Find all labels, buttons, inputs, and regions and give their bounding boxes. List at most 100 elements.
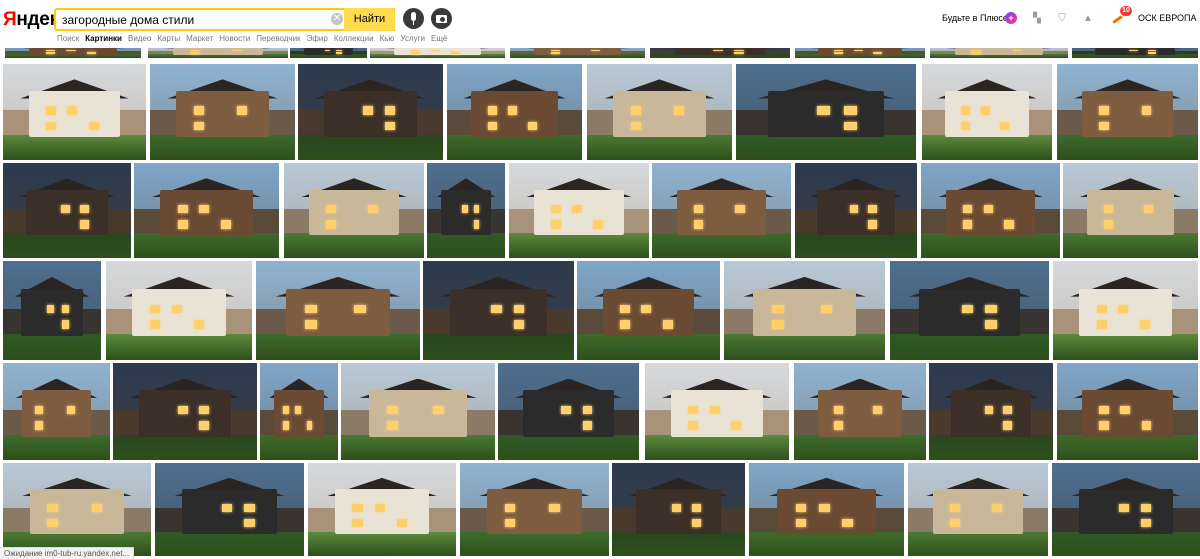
image-result-thumbnail[interactable] [3,463,151,556]
photo-lawn [652,233,791,258]
image-result-thumbnail[interactable] [929,363,1053,460]
photo-window [45,52,56,54]
photo-window [410,50,420,52]
image-result-thumbnail[interactable] [341,363,495,460]
find-button[interactable]: Найти [344,8,395,31]
image-result-thumbnail[interactable] [921,163,1060,258]
photo-window [504,518,516,528]
user-name[interactable]: ОСК ЕВРОПА [1138,13,1197,23]
photo-lawn [447,135,582,160]
image-result-thumbnail[interactable] [423,261,574,360]
photo-window [295,405,301,415]
search-input[interactable] [62,12,332,28]
photo-window [961,121,971,131]
photo-window [817,106,830,115]
photo-window [190,52,200,54]
photo-lawn [1072,54,1198,58]
nav-tab[interactable]: Эфир [307,34,328,46]
image-result-thumbnail[interactable] [509,163,649,258]
photo-window [368,204,378,214]
photo-window [433,405,445,415]
image-result-thumbnail[interactable] [908,463,1048,556]
image-result-thumbnail[interactable] [587,64,732,160]
image-result-thumbnail[interactable] [645,363,789,460]
plus-icon[interactable]: + [1005,12,1017,24]
image-result-thumbnail[interactable] [1057,363,1198,460]
photo-lawn [795,233,917,258]
photo-window [1099,121,1110,131]
image-result-thumbnail[interactable] [794,363,926,460]
photo-window [232,50,242,52]
photo-window [86,52,97,54]
photo-lawn [106,334,252,360]
image-result-thumbnail[interactable] [150,64,295,160]
nav-tab[interactable]: Услуги [400,34,425,46]
photo-house [368,390,468,437]
photo-house [752,288,856,337]
clear-search-icon[interactable]: ✕ [331,13,343,25]
photo-lawn [1057,135,1198,160]
nav-tab[interactable]: Картинки [85,34,122,46]
image-result-thumbnail[interactable] [427,163,505,258]
image-result-thumbnail[interactable] [612,463,745,556]
image-result-thumbnail[interactable] [795,163,917,258]
nav-tab[interactable]: Ещё [431,34,447,46]
photo-window [66,50,76,52]
microphone-icon[interactable] [403,8,424,29]
camera-icon[interactable] [431,8,452,29]
image-result-thumbnail[interactable] [1063,163,1198,258]
image-result-thumbnail[interactable] [1057,64,1198,160]
photo-window [1140,503,1152,513]
photo-window [487,121,497,131]
photo-window [734,50,744,52]
image-result-thumbnail[interactable] [1052,463,1200,556]
plus-link[interactable]: Будьте в Плюсе [942,13,1008,23]
photo-window [352,518,363,528]
shield-icon[interactable]: ⛉ [1057,13,1067,24]
nav-tab[interactable]: Кью [380,34,395,46]
collections-icon[interactable]: ▚ [1032,13,1042,24]
image-result-thumbnail[interactable] [3,261,101,360]
image-result-thumbnail[interactable] [890,261,1049,360]
photo-lawn [929,434,1053,460]
bell-icon[interactable]: ▲ [1083,13,1093,24]
nav-tab[interactable]: Видео [128,34,151,46]
photo-lawn [930,54,1068,58]
image-result-thumbnail[interactable] [460,463,609,556]
image-result-thumbnail[interactable] [284,163,424,258]
image-result-thumbnail[interactable] [155,463,304,556]
photo-lawn [155,531,304,556]
nav-tab[interactable]: Маркет [186,34,213,46]
image-result-thumbnail[interactable] [3,163,131,258]
nav-tab[interactable]: Поиск [57,34,79,46]
photo-window [795,518,807,528]
image-result-thumbnail[interactable] [1053,261,1198,360]
image-result-thumbnail[interactable] [736,64,916,160]
image-result-thumbnail[interactable] [3,363,110,460]
photo-window [985,304,997,314]
image-result-thumbnail[interactable] [298,64,443,160]
photo-window [45,106,56,115]
image-result-thumbnail[interactable] [3,64,146,160]
image-result-thumbnail[interactable] [749,463,904,556]
nav-tab[interactable]: Карты [157,34,180,46]
image-result-thumbnail[interactable] [134,163,279,258]
image-result-thumbnail[interactable] [308,463,456,556]
image-result-thumbnail[interactable] [106,261,252,360]
image-result-thumbnail[interactable] [652,163,791,258]
image-result-thumbnail[interactable] [577,261,720,360]
image-result-thumbnail[interactable] [113,363,257,460]
nav-tab[interactable]: Переводчик [256,34,300,46]
image-result-thumbnail[interactable] [447,64,582,160]
photo-window [984,405,994,415]
nav-tab[interactable]: Коллекции [334,34,374,46]
photo-lawn [510,54,645,58]
photo-window [35,421,43,430]
nav-tab[interactable]: Новости [219,34,250,46]
image-result-thumbnail[interactable] [922,64,1052,160]
image-result-thumbnail[interactable] [724,261,885,360]
photo-window [961,304,973,314]
image-result-thumbnail[interactable] [256,261,420,360]
image-result-thumbnail[interactable] [498,363,639,460]
image-result-thumbnail[interactable] [260,363,338,460]
